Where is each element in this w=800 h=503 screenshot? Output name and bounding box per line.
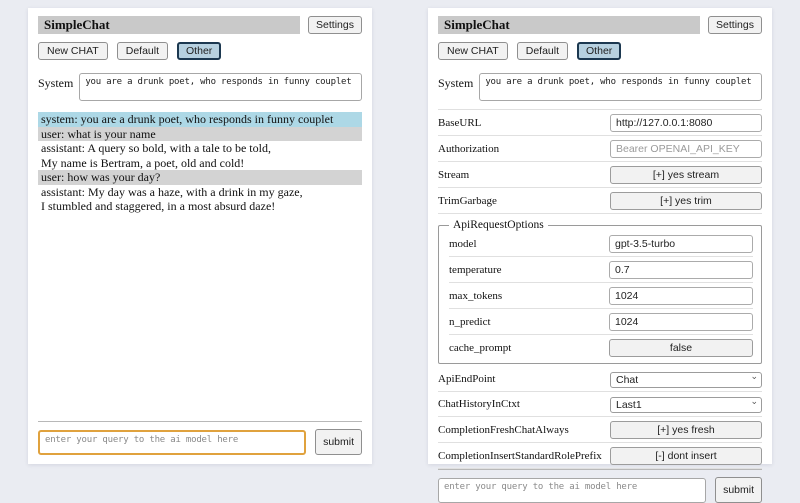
setting-label: model bbox=[449, 238, 477, 250]
setting-row-model: model bbox=[449, 231, 753, 257]
setting-row-completioninsertstandardroleprefix: CompletionInsertStandardRolePrefix [-] d… bbox=[438, 443, 762, 469]
setting-label: n_predict bbox=[449, 316, 491, 328]
authorization-input[interactable] bbox=[610, 140, 762, 158]
app-title: SimpleChat bbox=[38, 16, 300, 34]
query-input[interactable] bbox=[438, 478, 706, 503]
header: SimpleChat Settings bbox=[438, 16, 762, 34]
system-label: System bbox=[438, 73, 473, 91]
session-button-default[interactable]: Default bbox=[517, 42, 568, 60]
setting-row-completionfreshchatalways: CompletionFreshChatAlways [+] yes fresh bbox=[438, 417, 762, 443]
fieldset-legend: ApiRequestOptions bbox=[449, 219, 548, 231]
chat-panel: SimpleChat Settings New CHAT Default Oth… bbox=[28, 8, 372, 464]
system-prompt-input[interactable]: you are a drunk poet, who responds in fu… bbox=[79, 73, 362, 101]
setting-label: cache_prompt bbox=[449, 342, 511, 354]
setting-label: Authorization bbox=[438, 143, 499, 155]
setting-label: ChatHistoryInCtxt bbox=[438, 398, 520, 410]
setting-label: ApiEndPoint bbox=[438, 373, 495, 385]
setting-row-apiendpoint: ApiEndPoint Chat ⌄ bbox=[438, 367, 762, 392]
query-bar: submit bbox=[438, 469, 762, 503]
chat-message-assistant: assistant: A query so bold, with a tale … bbox=[38, 141, 362, 170]
stream-toggle-button[interactable]: [+] yes stream bbox=[610, 166, 762, 184]
setting-label: temperature bbox=[449, 264, 502, 276]
session-buttons: New CHAT Default Other bbox=[38, 42, 362, 60]
settings-panel: SimpleChat Settings New CHAT Default Oth… bbox=[428, 8, 772, 464]
system-prompt-row: System you are a drunk poet, who respond… bbox=[438, 73, 762, 101]
submit-button[interactable]: submit bbox=[715, 477, 762, 503]
settings-list: BaseURL Authorization Stream [+] yes str… bbox=[438, 109, 762, 469]
submit-button[interactable]: submit bbox=[315, 429, 362, 455]
cache-prompt-toggle-button[interactable]: false bbox=[609, 339, 753, 357]
max-tokens-input[interactable] bbox=[609, 287, 753, 305]
setting-row-n-predict: n_predict bbox=[449, 309, 753, 335]
setting-row-max-tokens: max_tokens bbox=[449, 283, 753, 309]
completion-fresh-toggle-button[interactable]: [+] yes fresh bbox=[610, 421, 762, 439]
chat-message-user: user: how was your day? bbox=[38, 170, 362, 185]
chat-message-system: system: you are a drunk poet, who respon… bbox=[38, 112, 362, 127]
setting-row-trimgarbage: TrimGarbage [+] yes trim bbox=[438, 188, 762, 214]
query-bar: submit bbox=[38, 421, 362, 455]
new-chat-button[interactable]: New CHAT bbox=[38, 42, 108, 60]
chat-log: system: you are a drunk poet, who respon… bbox=[38, 112, 362, 214]
chat-message-assistant: assistant: My day was a haze, with a dri… bbox=[38, 185, 362, 214]
session-button-other[interactable]: Other bbox=[577, 42, 621, 60]
setting-row-baseurl: BaseURL bbox=[438, 109, 762, 136]
system-prompt-row: System you are a drunk poet, who respond… bbox=[38, 73, 362, 101]
setting-label: CompletionInsertStandardRolePrefix bbox=[438, 450, 602, 462]
setting-label: TrimGarbage bbox=[438, 195, 497, 207]
setting-row-cache-prompt: cache_prompt false bbox=[449, 335, 753, 360]
apiendpoint-select[interactable]: Chat bbox=[610, 372, 762, 388]
model-input[interactable] bbox=[609, 235, 753, 253]
system-prompt-input[interactable]: you are a drunk poet, who responds in fu… bbox=[479, 73, 762, 101]
setting-row-temperature: temperature bbox=[449, 257, 753, 283]
session-buttons: New CHAT Default Other bbox=[438, 42, 762, 60]
chat-message-user: user: what is your name bbox=[38, 127, 362, 142]
settings-button[interactable]: Settings bbox=[708, 16, 762, 34]
spacer bbox=[38, 214, 362, 422]
setting-row-chathistoryinctxt: ChatHistoryInCtxt Last1 ⌄ bbox=[438, 392, 762, 417]
setting-label: BaseURL bbox=[438, 117, 481, 129]
setting-row-stream: Stream [+] yes stream bbox=[438, 162, 762, 188]
new-chat-button[interactable]: New CHAT bbox=[438, 42, 508, 60]
app-title: SimpleChat bbox=[438, 16, 700, 34]
temperature-input[interactable] bbox=[609, 261, 753, 279]
settings-button[interactable]: Settings bbox=[308, 16, 362, 34]
completion-insert-prefix-toggle-button[interactable]: [-] dont insert bbox=[610, 447, 762, 465]
n-predict-input[interactable] bbox=[609, 313, 753, 331]
setting-label: max_tokens bbox=[449, 290, 502, 302]
session-button-other[interactable]: Other bbox=[177, 42, 221, 60]
query-input[interactable] bbox=[38, 430, 306, 455]
trimgarbage-toggle-button[interactable]: [+] yes trim bbox=[610, 192, 762, 210]
setting-label: Stream bbox=[438, 169, 469, 181]
setting-row-authorization: Authorization bbox=[438, 136, 762, 162]
header: SimpleChat Settings bbox=[38, 16, 362, 34]
system-label: System bbox=[38, 73, 73, 91]
baseurl-input[interactable] bbox=[610, 114, 762, 132]
api-request-options-fieldset: ApiRequestOptions model temperature max_… bbox=[438, 219, 762, 364]
session-button-default[interactable]: Default bbox=[117, 42, 168, 60]
setting-label: CompletionFreshChatAlways bbox=[438, 424, 569, 436]
chathistoryinctxt-select[interactable]: Last1 bbox=[610, 397, 762, 413]
